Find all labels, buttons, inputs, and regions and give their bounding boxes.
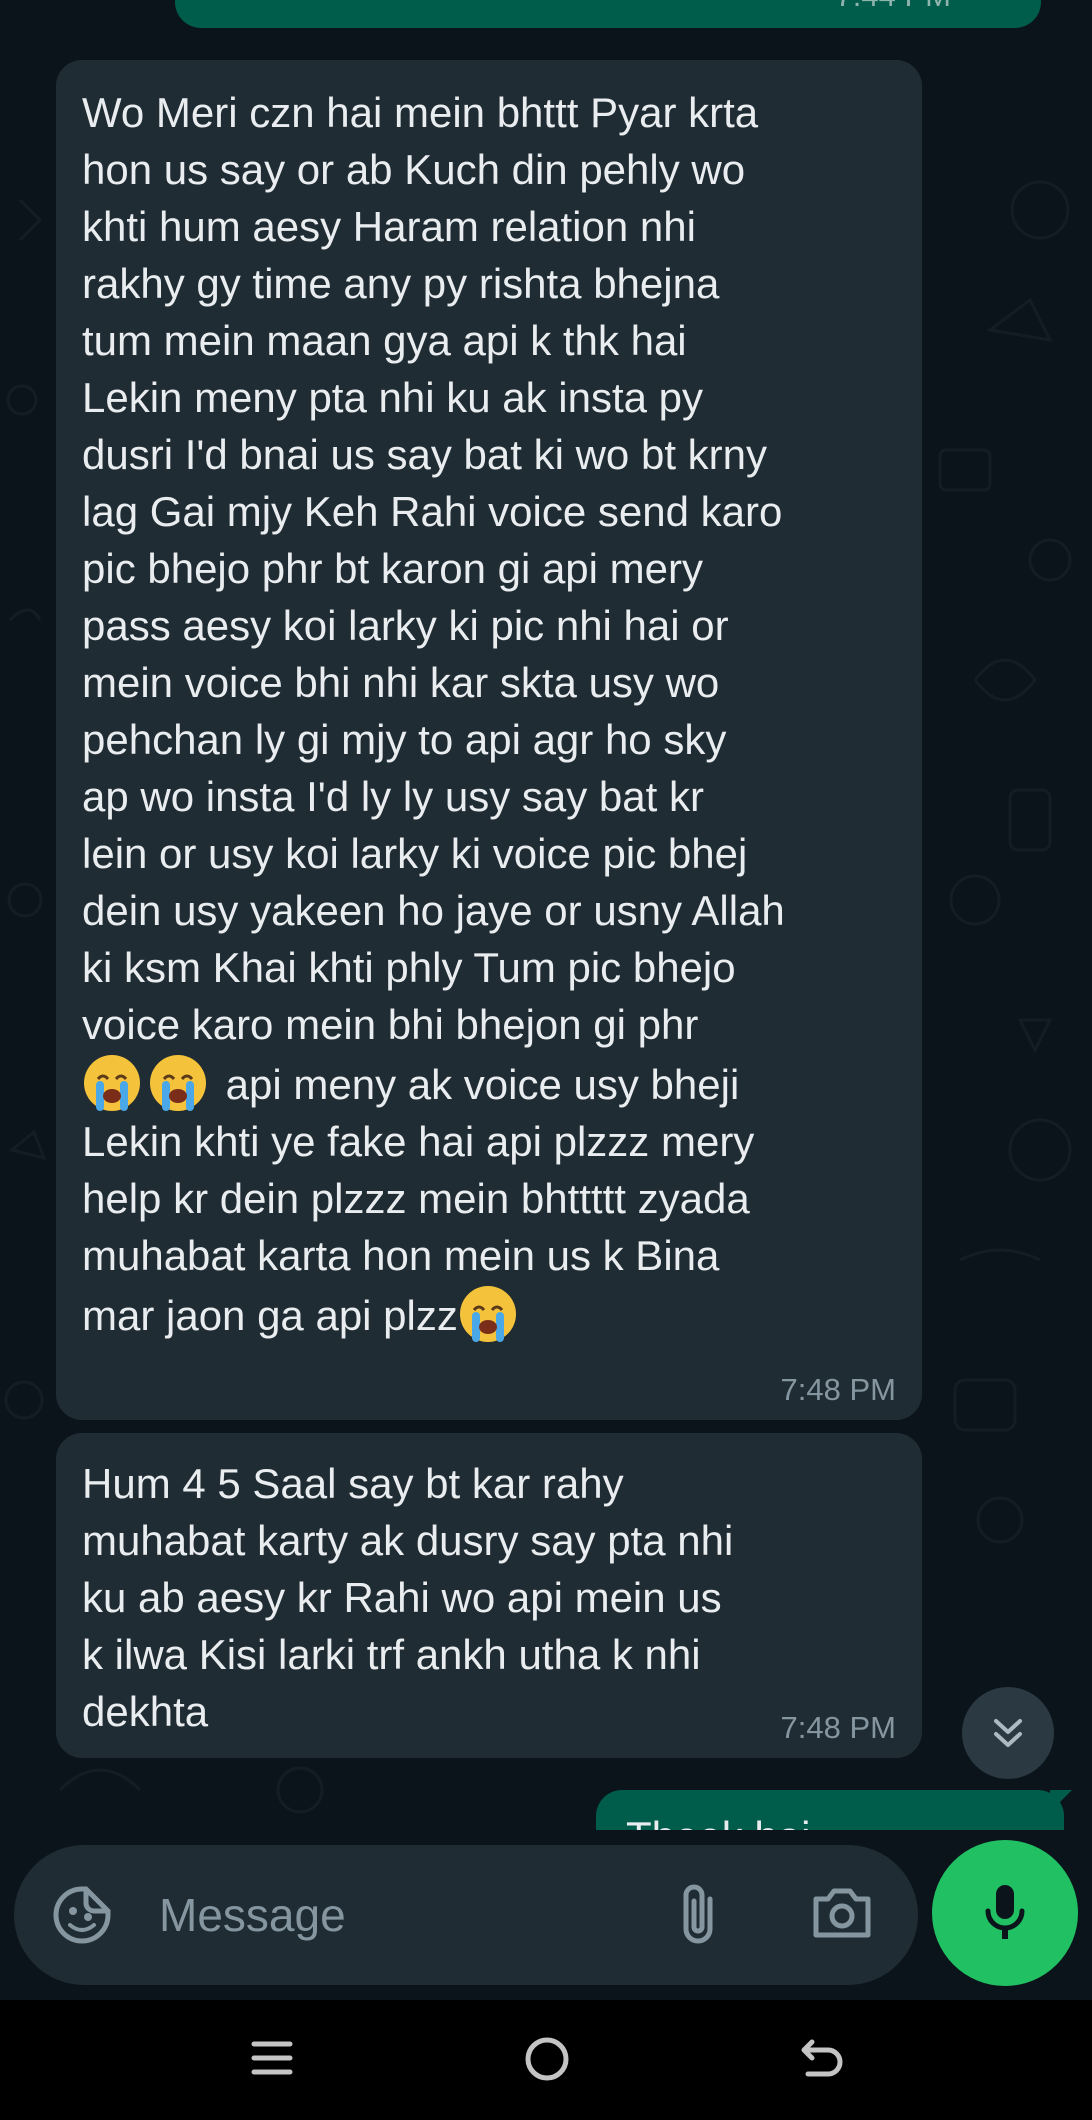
loudly-crying-face-icon	[148, 1053, 208, 1113]
home-icon[interactable]	[524, 2036, 570, 2087]
outgoing-message-bubble[interactable]: 7:44 PM	[175, 0, 1041, 28]
message-time: 7:48 PM	[780, 1372, 896, 1407]
voice-record-button[interactable]	[932, 1840, 1078, 1986]
outgoing-message-bubble[interactable]: Theek hai	[596, 1790, 1064, 1830]
loudly-crying-face-icon	[458, 1284, 518, 1344]
incoming-message-bubble[interactable]: Hum 4 5 Saal say bt kar rahy muhabat kar…	[56, 1433, 922, 1758]
paperclip-icon[interactable]	[674, 1881, 722, 1950]
incoming-message-bubble[interactable]: Wo Meri czn hai mein bhttt Pyar krta hon…	[56, 60, 922, 1420]
scroll-to-bottom-button[interactable]	[962, 1687, 1054, 1779]
message-text: Hum 4 5 Saal say bt kar rahy muhabat kar…	[82, 1460, 734, 1735]
camera-icon[interactable]	[810, 1883, 874, 1948]
message-time: 7:48 PM	[780, 1710, 896, 1745]
message-input[interactable]: Message	[159, 1887, 346, 1943]
sticker-icon[interactable]	[50, 1883, 114, 1952]
double-chevron-down-icon	[994, 1719, 1022, 1747]
message-text: Theek hai	[596, 1790, 1064, 1830]
bubble-tail	[1050, 1790, 1072, 1812]
system-navigation-bar	[0, 2000, 1092, 2120]
message-composer[interactable]: Message	[14, 1845, 918, 1985]
loudly-crying-face-icon	[82, 1053, 142, 1113]
message-text-part: Wo Meri czn hai mein bhttt Pyar krta hon…	[82, 89, 785, 1048]
microphone-icon	[985, 1885, 1025, 1939]
read-ticks-icon	[959, 0, 1001, 14]
back-icon[interactable]	[800, 2036, 846, 2087]
recents-icon[interactable]	[250, 2036, 294, 2085]
message-time: 7:44 PM	[836, 0, 951, 14]
message-text: Wo Meri czn hai mein bhttt Pyar krta hon…	[82, 84, 896, 1344]
chat-area[interactable]: 7:44 PM Wo Meri czn hai mein bhttt Pyar …	[0, 0, 1092, 1830]
